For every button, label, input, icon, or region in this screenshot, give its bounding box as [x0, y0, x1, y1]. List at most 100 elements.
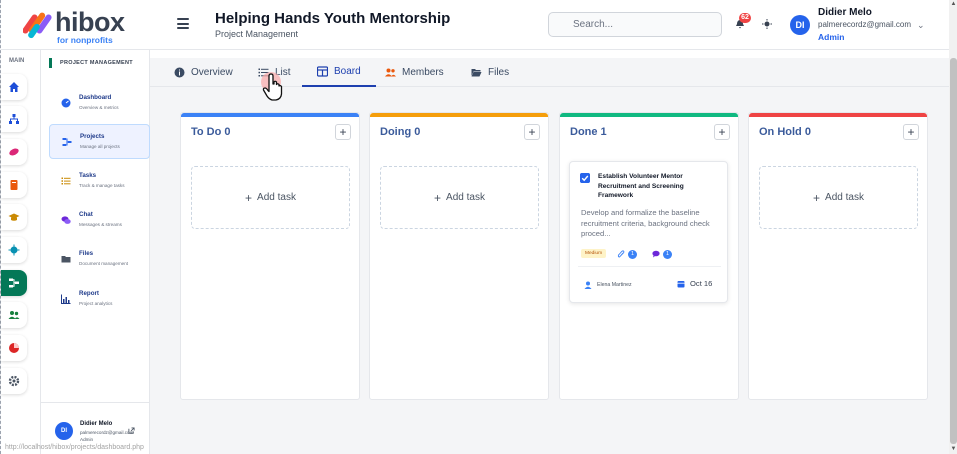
rail-handshake[interactable] [1, 139, 27, 165]
avatar[interactable]: DI [55, 422, 73, 440]
content-top-strip [150, 50, 949, 58]
rail-hierarchy[interactable] [1, 106, 27, 132]
task-list-icon [61, 177, 71, 185]
user-name: Didier Melo [818, 7, 872, 18]
sidebar-user-email: palmerecordz@gmail.com [80, 430, 134, 435]
page-title: Helping Hands Youth Mentorship [215, 10, 451, 27]
avatar[interactable]: DI [790, 15, 810, 35]
plus-icon: + [813, 190, 821, 205]
rail-projects[interactable] [1, 270, 27, 296]
user-role: Admin [818, 32, 845, 42]
user-icon [584, 281, 592, 289]
brand-tagline: for nonprofits [57, 35, 113, 45]
board-column-todo: To Do 0 + + Add task [180, 112, 360, 400]
scrollbar[interactable]: ▲ ▼ [949, 0, 957, 454]
sidebar-item-desc: Document management [79, 261, 129, 266]
sidebar-item-title: Tasks [79, 172, 97, 179]
search-input[interactable] [548, 12, 722, 37]
add-task-button[interactable]: + [524, 124, 540, 140]
tab-overview[interactable]: Overview [174, 58, 233, 87]
users-icon [8, 311, 20, 319]
sidebar-item-chat[interactable]: Chat Messages & streams [49, 203, 150, 238]
rail-settings[interactable] [1, 368, 27, 394]
sidebar-user-role: Admin [80, 437, 94, 442]
logo[interactable]: hibox for nonprofits [22, 7, 133, 45]
rail-home[interactable] [1, 74, 27, 100]
add-task-placeholder[interactable]: + Add task [759, 166, 918, 229]
users-icon [385, 68, 396, 77]
add-task-label: Add task [257, 192, 296, 203]
add-task-placeholder[interactable]: + Add task [191, 166, 350, 229]
sidebar-item-report[interactable]: Report Project analytics [49, 282, 150, 317]
dashboard-icon [61, 98, 71, 108]
tab-label: Files [488, 67, 510, 78]
comment-icon [652, 250, 660, 258]
sidebar-item-desc: Project analytics [79, 301, 113, 306]
rail-virus[interactable] [1, 237, 27, 263]
add-task-label: Add task [446, 192, 485, 203]
scroll-down-icon[interactable]: ▼ [950, 446, 957, 452]
card-divider [578, 266, 721, 267]
menu-toggle-icon[interactable] [177, 18, 189, 29]
status-bar-url: http://localhost/hibox/projects/dashboar… [5, 444, 144, 451]
scrollbar-thumb[interactable] [950, 58, 957, 444]
task-title: Establish Volunteer Mentor Recruitment a… [598, 173, 684, 199]
add-task-button[interactable]: + [714, 124, 730, 140]
virus-icon [8, 244, 20, 256]
theme-toggle-icon[interactable] [762, 19, 772, 29]
pie-chart-icon [9, 343, 19, 353]
add-task-button[interactable]: + [335, 124, 351, 140]
add-task-button[interactable]: + [903, 124, 919, 140]
rail-users[interactable] [1, 302, 27, 328]
board-icon [317, 66, 328, 77]
sidebar-item-projects[interactable]: Projects Manage all projects [49, 124, 150, 159]
column-color-bar [749, 113, 927, 117]
tab-board[interactable]: Board [302, 58, 376, 87]
task-checkbox[interactable] [580, 173, 590, 183]
user-email: palmerecordz@gmail.com [818, 20, 912, 29]
rail-reports[interactable] [1, 335, 27, 361]
comment-count-badge: 1 [663, 249, 672, 259]
assignee-name: Elena Martinez [597, 282, 632, 288]
sidebar-item-files[interactable]: Files Document management [49, 242, 150, 277]
sidebar-item-desc: Track & manage tasks [79, 183, 125, 188]
tab-members[interactable]: Members [385, 58, 444, 87]
sidebar-item-title: Files [79, 250, 94, 257]
scroll-up-icon[interactable]: ▲ [950, 1, 957, 7]
graduation-cap-icon [8, 213, 20, 221]
rail-book[interactable] [1, 172, 27, 198]
task-card[interactable]: Establish Volunteer Mentor Recruitment a… [569, 161, 728, 303]
logo-mark-icon [22, 12, 52, 39]
sidebar-item-desc: Overview & metrics [79, 105, 119, 110]
main-content: Overview List Board Members Files To Do [150, 50, 949, 454]
sidebar-item-tasks[interactable]: Tasks Track & manage tasks [49, 164, 150, 199]
column-title: Done 1 [570, 126, 607, 138]
add-task-placeholder[interactable]: + Add task [380, 166, 539, 229]
rail-graduation[interactable] [1, 204, 27, 230]
rail-label: MAIN [9, 58, 25, 64]
project-diagram-icon [62, 138, 72, 146]
sidebar-item-title: Chat [79, 211, 93, 218]
hierarchy-icon [9, 114, 19, 124]
sidebar-heading: PROJECT MANAGEMENT [49, 58, 133, 68]
tab-files[interactable]: Files [471, 58, 509, 87]
chevron-down-icon[interactable]: ⌄ [917, 20, 925, 31]
task-description: Develop and formalize the baseline recru… [581, 208, 710, 238]
board-column-done: Done 1 + Establish Volunteer Mentor Recr… [559, 112, 739, 400]
external-link-icon[interactable] [128, 427, 135, 434]
folder-icon [61, 256, 71, 263]
board-column-doing: Doing 0 + + Add task [369, 112, 549, 400]
add-task-label: Add task [825, 192, 864, 203]
column-color-bar [560, 113, 738, 117]
tab-label: Members [402, 67, 444, 78]
task-due-date: Oct 16 [677, 279, 712, 288]
icon-rail: MAIN [1, 50, 41, 454]
plus-icon: + [434, 190, 442, 205]
column-color-bar [181, 113, 359, 117]
sidebar-item-dashboard[interactable]: Dashboard Overview & metrics [49, 86, 150, 121]
task-assignee: Elena Martinez [584, 281, 632, 289]
sidebar-item-title: Dashboard [79, 94, 112, 101]
paperclip-icon [617, 249, 625, 257]
column-title: On Hold 0 [759, 126, 811, 138]
folder-open-icon [471, 69, 482, 77]
